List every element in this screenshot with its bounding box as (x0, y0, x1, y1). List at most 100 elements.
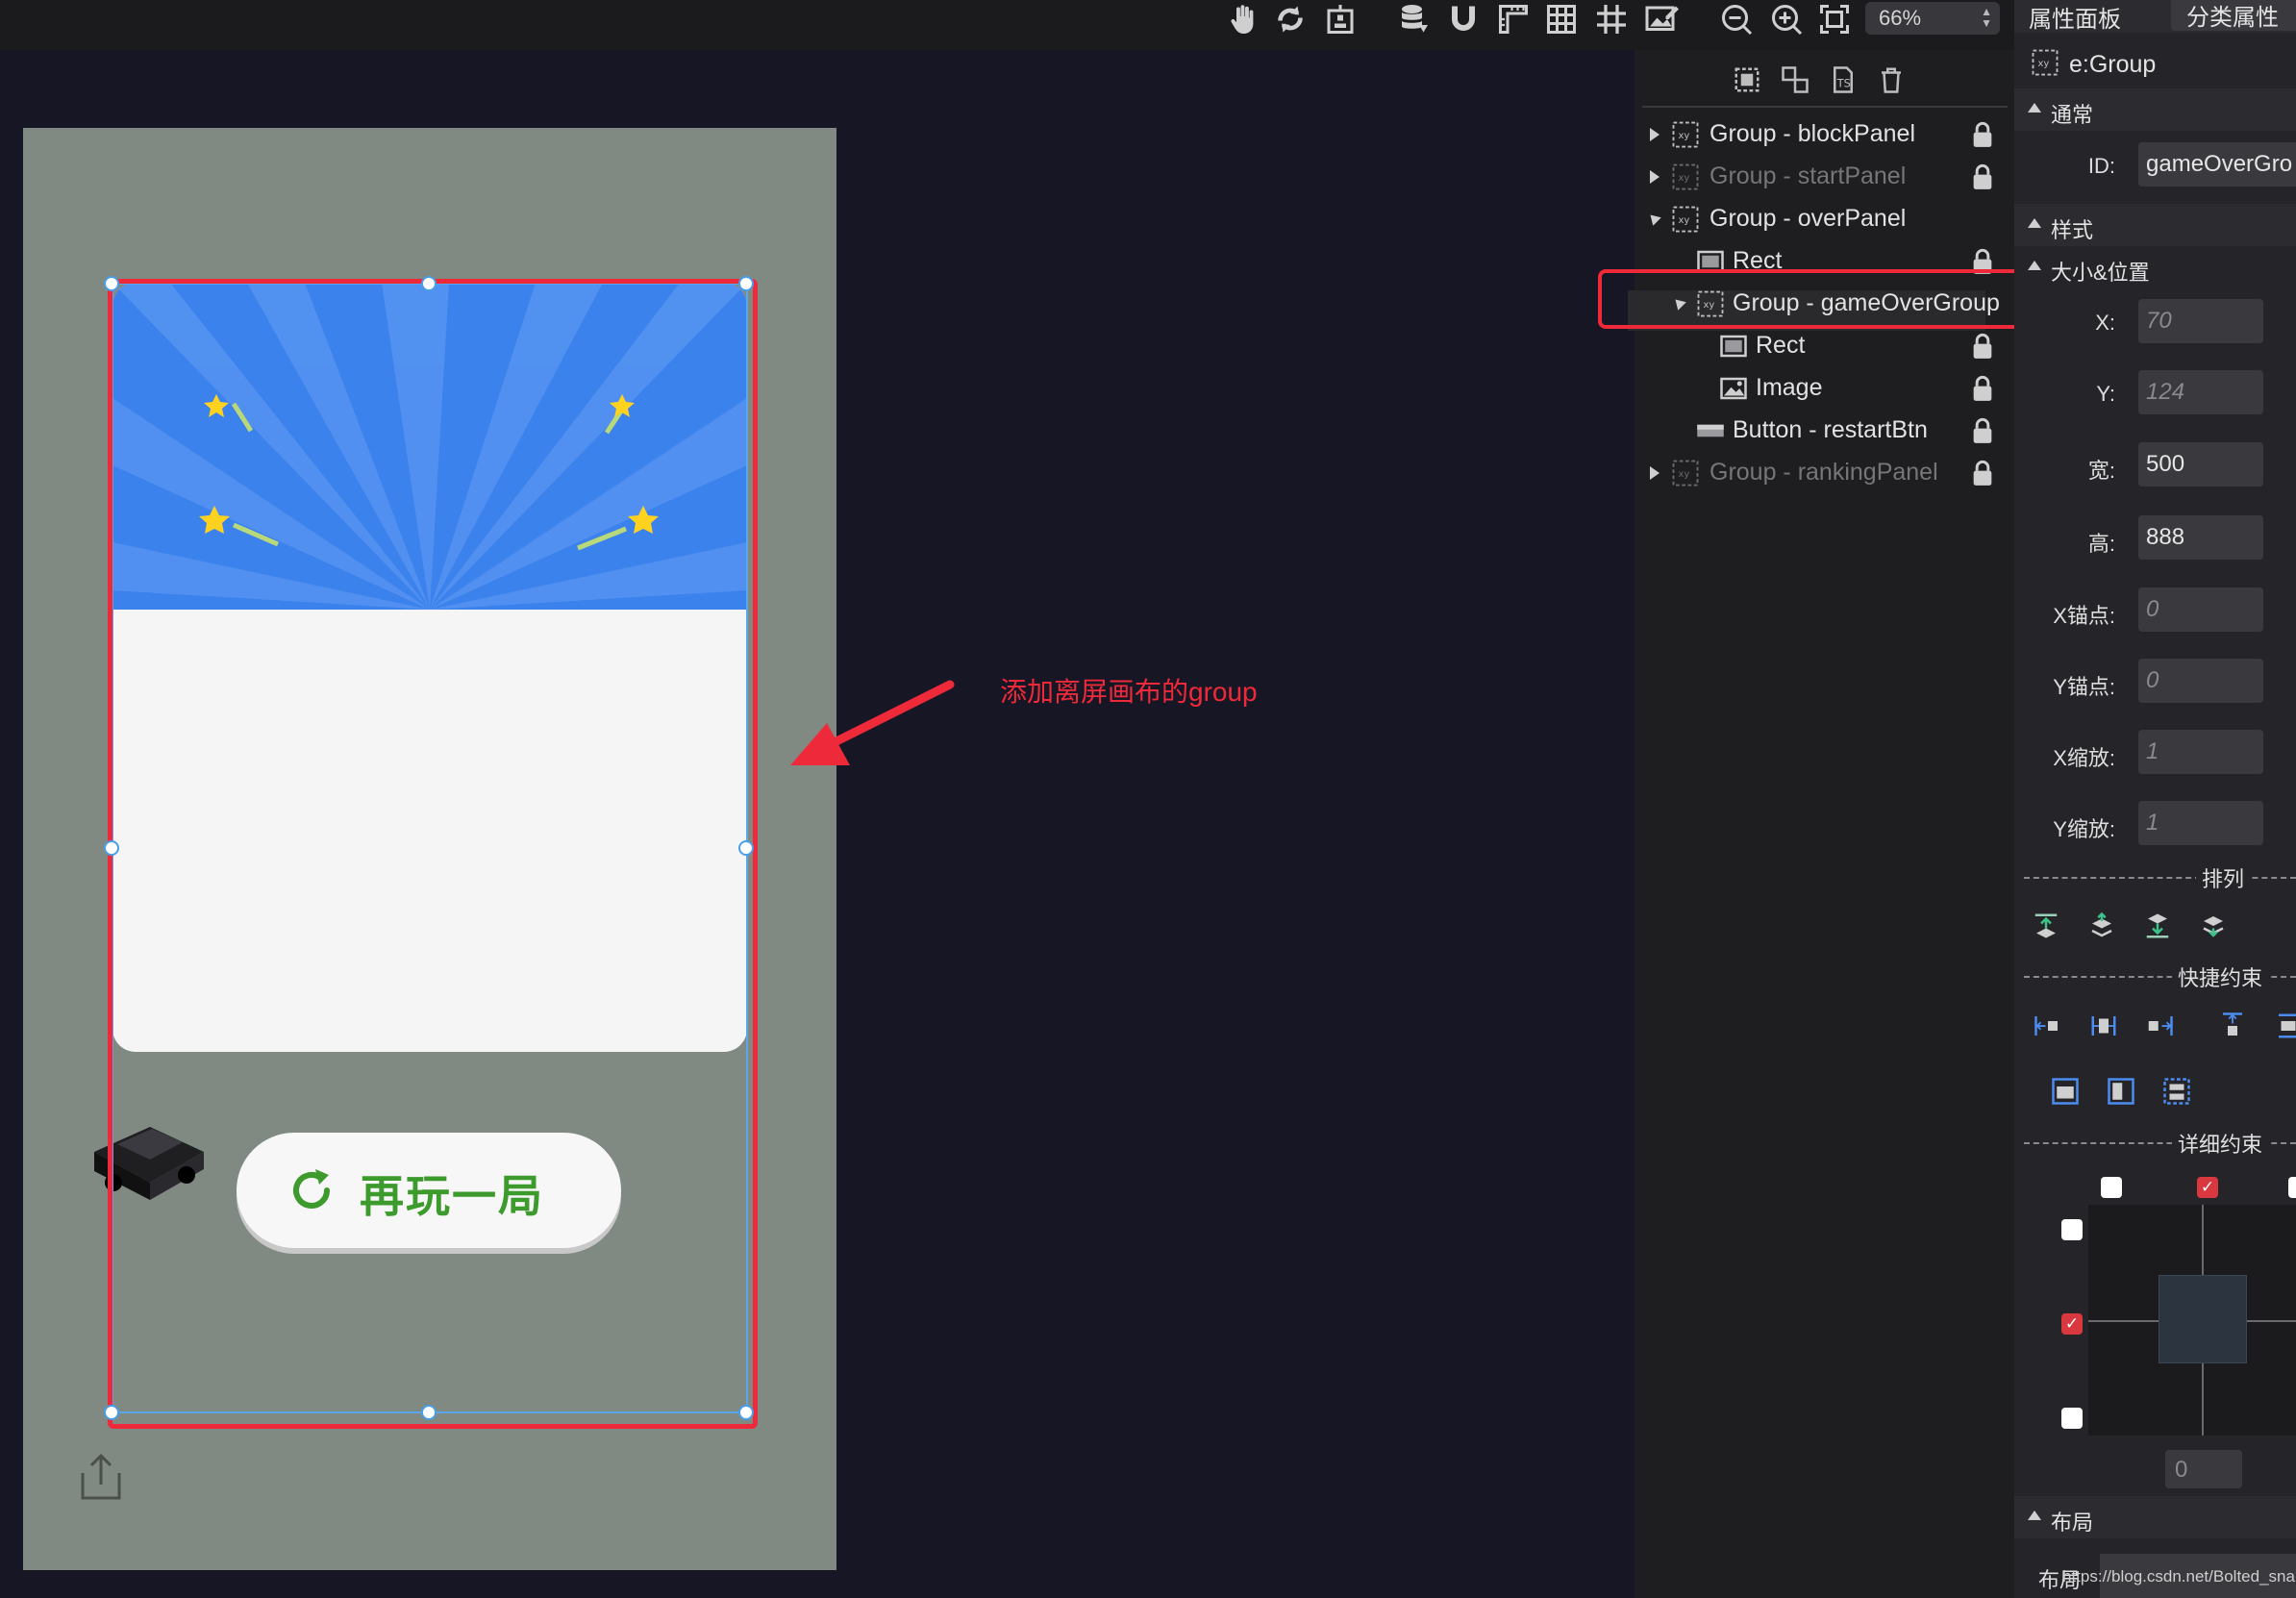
height-field[interactable]: 888 (2138, 515, 2263, 560)
id-field[interactable]: gameOverGro (2138, 142, 2296, 187)
scale-x-field[interactable]: 1 (2138, 730, 2263, 774)
rect-layer-icon (1720, 335, 1747, 358)
constraint-left-checkbox[interactable] (2101, 1177, 2122, 1198)
resize-handle-tr[interactable] (738, 276, 754, 291)
section-style[interactable]: 样式 (2014, 204, 2296, 246)
button-layer-icon (1697, 424, 1724, 437)
annotation-text: 添加离屏画布的group (1000, 677, 1258, 707)
resize-handle-bl[interactable] (104, 1405, 119, 1420)
image-edit-icon[interactable] (1644, 2, 1679, 37)
layer-item-rect[interactable]: Rect (1635, 325, 2014, 367)
tab-category-properties[interactable]: 分类属性 (2171, 0, 2296, 31)
constrain-right-icon[interactable] (2145, 1011, 2174, 1040)
hash-grid-icon[interactable] (1594, 2, 1629, 37)
constrain-fill-icon[interactable] (2051, 1077, 2080, 1106)
expand-triangle-icon[interactable] (1650, 170, 1660, 184)
constraint-vcenter-checkbox[interactable]: ✓ (2061, 1313, 2083, 1335)
constraint-bottom-checkbox[interactable] (2061, 1408, 2083, 1429)
resize-handle-l[interactable] (104, 840, 119, 856)
copy-ts-icon[interactable]: TS (1829, 65, 1858, 94)
resize-handle-r[interactable] (738, 840, 754, 856)
database-icon[interactable] (1396, 2, 1431, 37)
group-layer-icon: xy (1672, 163, 1699, 190)
expand-triangle-icon[interactable] (1650, 128, 1660, 141)
send-backward-icon[interactable] (2199, 911, 2228, 940)
arrange-title: 排列 (2196, 862, 2251, 893)
layer-label: Group - overPanel (1710, 205, 1907, 232)
scale-y-label: Y缩放: (2053, 817, 2115, 841)
constrain-fill-height-icon[interactable] (2162, 1077, 2191, 1106)
layer-label: Button - restartBtn (1733, 416, 1928, 443)
section-title: 布局 (2051, 1511, 2094, 1535)
layer-label: Group - blockPanel (1710, 120, 1916, 147)
constraint-top-checkbox[interactable] (2061, 1219, 2083, 1240)
magnet-icon[interactable] (1446, 2, 1481, 37)
layer-item-restartbtn[interactable]: Button - restartBtn (1635, 410, 2014, 452)
svg-text:xy: xy (1679, 131, 1690, 141)
zoom-value: 66% (1879, 6, 1922, 30)
constrain-left-icon[interactable] (2034, 1011, 2062, 1040)
ruler-icon[interactable] (1496, 2, 1531, 37)
anchor-box-icon[interactable] (1323, 2, 1358, 37)
lock-icon[interactable] (1970, 375, 1995, 402)
lock-icon[interactable] (1970, 121, 1995, 148)
constrain-top-icon[interactable] (2218, 1011, 2247, 1040)
section-general[interactable]: 通常 (2014, 88, 2296, 131)
anchor-y-field[interactable]: 0 (2138, 659, 2263, 703)
fit-screen-icon[interactable] (1817, 2, 1852, 37)
chevron-updown-icon[interactable]: ▲ ▼ (1981, 6, 1992, 29)
refresh-icon[interactable] (1273, 2, 1308, 37)
scale-y-field[interactable]: 1 (2138, 801, 2263, 845)
lock-icon[interactable] (1970, 460, 1995, 487)
resize-handle-b[interactable] (421, 1405, 437, 1420)
layer-label: Image (1756, 374, 1823, 401)
constraint-value-field[interactable]: 0 (2165, 1450, 2242, 1488)
constraint-hcenter-checkbox[interactable]: ✓ (2197, 1177, 2218, 1198)
constraint-right-checkbox[interactable] (2288, 1177, 2296, 1198)
tab-properties[interactable]: 属性面板 (2029, 0, 2121, 34)
layer-item-startpanel[interactable]: xy Group - startPanel (1635, 156, 2014, 198)
expand-triangle-icon[interactable] (1650, 466, 1660, 480)
lock-icon[interactable] (1970, 333, 1995, 360)
resize-handle-t[interactable] (421, 276, 437, 291)
resize-handle-tl[interactable] (104, 276, 119, 291)
collapse-triangle-icon (2028, 103, 2041, 112)
section-size-position[interactable]: 大小&位置 (2014, 246, 2296, 288)
layer-item-image[interactable]: Image (1635, 367, 2014, 410)
hand-icon[interactable] (1225, 2, 1260, 37)
scale-x-label: X缩放: (2053, 746, 2115, 770)
anchor-x-label: X锚点: (2053, 604, 2115, 628)
x-field[interactable]: 70 (2138, 299, 2263, 343)
constrain-fill-width-icon[interactable] (2107, 1077, 2135, 1106)
zoom-in-icon[interactable] (1769, 2, 1804, 37)
lock-icon[interactable] (1970, 417, 1995, 444)
trash-icon[interactable] (1877, 65, 1906, 94)
ungroup-icon[interactable] (1781, 65, 1809, 94)
send-to-back-icon[interactable] (2143, 911, 2172, 940)
bring-to-front-icon[interactable] (2032, 911, 2060, 940)
share-icon[interactable] (77, 1452, 125, 1502)
constrain-hcenter-icon[interactable] (2089, 1011, 2118, 1040)
anchor-x-field[interactable]: 0 (2138, 587, 2263, 632)
height-label: 高: (2087, 532, 2115, 556)
constrain-vcenter-icon[interactable] (2274, 1011, 2296, 1040)
grid-icon[interactable] (1544, 2, 1579, 37)
group-icon[interactable] (1733, 65, 1761, 94)
resize-handle-br[interactable] (738, 1405, 754, 1420)
detail-constraints-title: 详细约束 (2172, 1128, 2269, 1159)
section-title: 样式 (2051, 218, 2094, 242)
layer-item-overpanel[interactable]: xy Group - overPanel (1635, 198, 2014, 240)
layer-item-rankingpanel[interactable]: xy Group - rankingPanel (1635, 452, 2014, 494)
section-title: 通常 (2051, 103, 2094, 127)
width-field[interactable]: 500 (2138, 442, 2263, 487)
layer-item-blockpanel[interactable]: xy Group - blockPanel (1635, 113, 2014, 156)
section-layout[interactable]: 布局 (2014, 1496, 2296, 1538)
constraint-preview (2088, 1205, 2296, 1436)
y-field[interactable]: 124 (2138, 370, 2263, 414)
bring-forward-icon[interactable] (2087, 911, 2116, 940)
zoom-select[interactable]: 66% ▲ ▼ (1865, 2, 2000, 35)
collapse-triangle-icon[interactable] (1646, 211, 1661, 226)
zoom-out-icon[interactable] (1719, 2, 1754, 37)
lock-icon[interactable] (1970, 163, 1995, 190)
svg-text:xy: xy (1679, 173, 1690, 184)
